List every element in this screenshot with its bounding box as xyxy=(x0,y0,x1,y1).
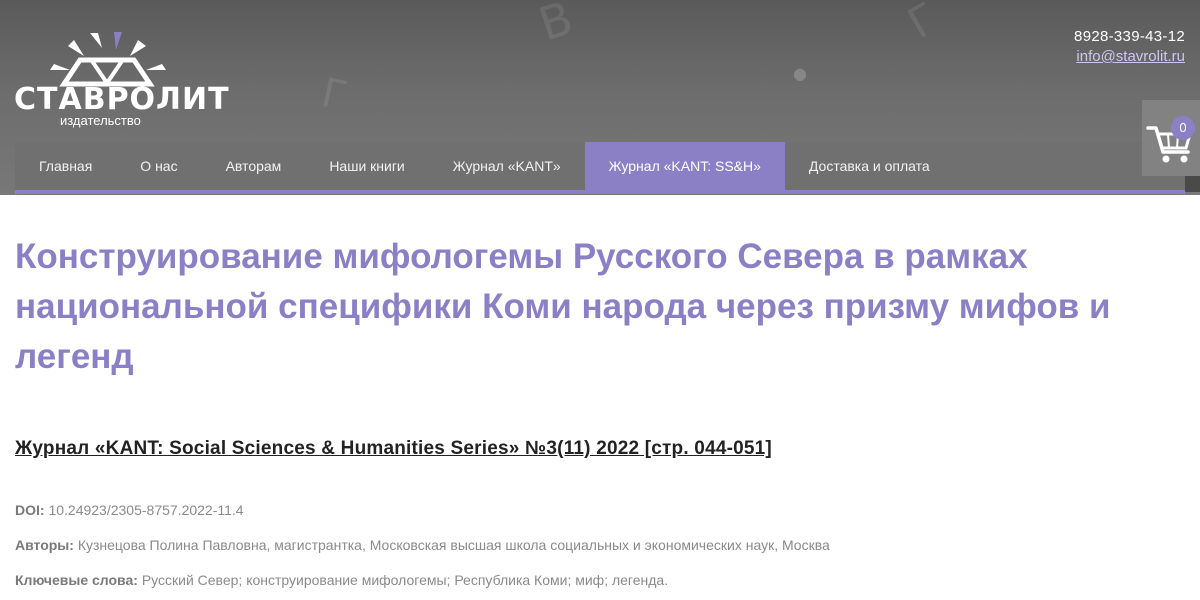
email-link[interactable]: info@stavrolit.ru xyxy=(1074,46,1185,67)
decor-letter: В xyxy=(532,0,580,52)
contacts: 8928-339-43-12 info@stavrolit.ru xyxy=(1074,27,1185,67)
keywords-row: Ключевые слова: Русский Север; конструир… xyxy=(15,572,668,588)
nav-item-journal-kant[interactable]: Журнал «KANT» xyxy=(429,142,585,190)
logo[interactable]: СТАВРОЛИТ издательство xyxy=(14,28,230,132)
logo-icon xyxy=(50,32,166,87)
decor-letter: Г xyxy=(317,69,351,121)
cart-button[interactable]: 0 xyxy=(1142,100,1200,176)
phone-number[interactable]: 8928-339-43-12 xyxy=(1074,27,1185,46)
keywords-label: Ключевые слова: xyxy=(15,572,138,588)
doi-row: DOI: 10.24923/2305-8757.2022-11.4 xyxy=(15,502,244,518)
authors-row: Авторы: Кузнецова Полина Павловна, магис… xyxy=(15,537,830,553)
journal-issue-link[interactable]: Журнал «KANT: Social Sciences & Humaniti… xyxy=(15,438,772,460)
nav-item-about[interactable]: О нас xyxy=(116,142,201,190)
authors-value: Кузнецова Полина Павловна, магистрантка,… xyxy=(77,537,830,553)
decor-letter: Г xyxy=(899,0,947,49)
doi-label: DOI: xyxy=(15,502,45,518)
doi-value: 10.24923/2305-8757.2022-11.4 xyxy=(48,502,244,518)
article-title: Конструирование мифологемы Русского Севе… xyxy=(15,237,1111,376)
authors-label: Авторы: xyxy=(15,537,74,553)
decor-dot: ● xyxy=(793,64,807,83)
cart-count-badge: 0 xyxy=(1171,116,1195,140)
keywords-value: Русский Север; конструирование мифологем… xyxy=(141,572,669,588)
logo-subtitle: издательство xyxy=(60,113,141,128)
main-nav: Главная О нас Авторам Наши книги Журнал … xyxy=(15,142,1185,190)
nav-item-home[interactable]: Главная xyxy=(15,142,116,190)
nav-item-journal-kant-ssh[interactable]: Журнал «KANT: SS&H» xyxy=(584,142,785,190)
nav-item-authors[interactable]: Авторам xyxy=(202,142,306,190)
cart-edge xyxy=(1185,176,1200,192)
logo-wordmark: СТАВРОЛИТ xyxy=(14,82,230,117)
nav-item-delivery[interactable]: Доставка и оплата xyxy=(785,142,954,190)
nav-item-books[interactable]: Наши книги xyxy=(305,142,428,190)
nav-underline xyxy=(15,190,1185,194)
